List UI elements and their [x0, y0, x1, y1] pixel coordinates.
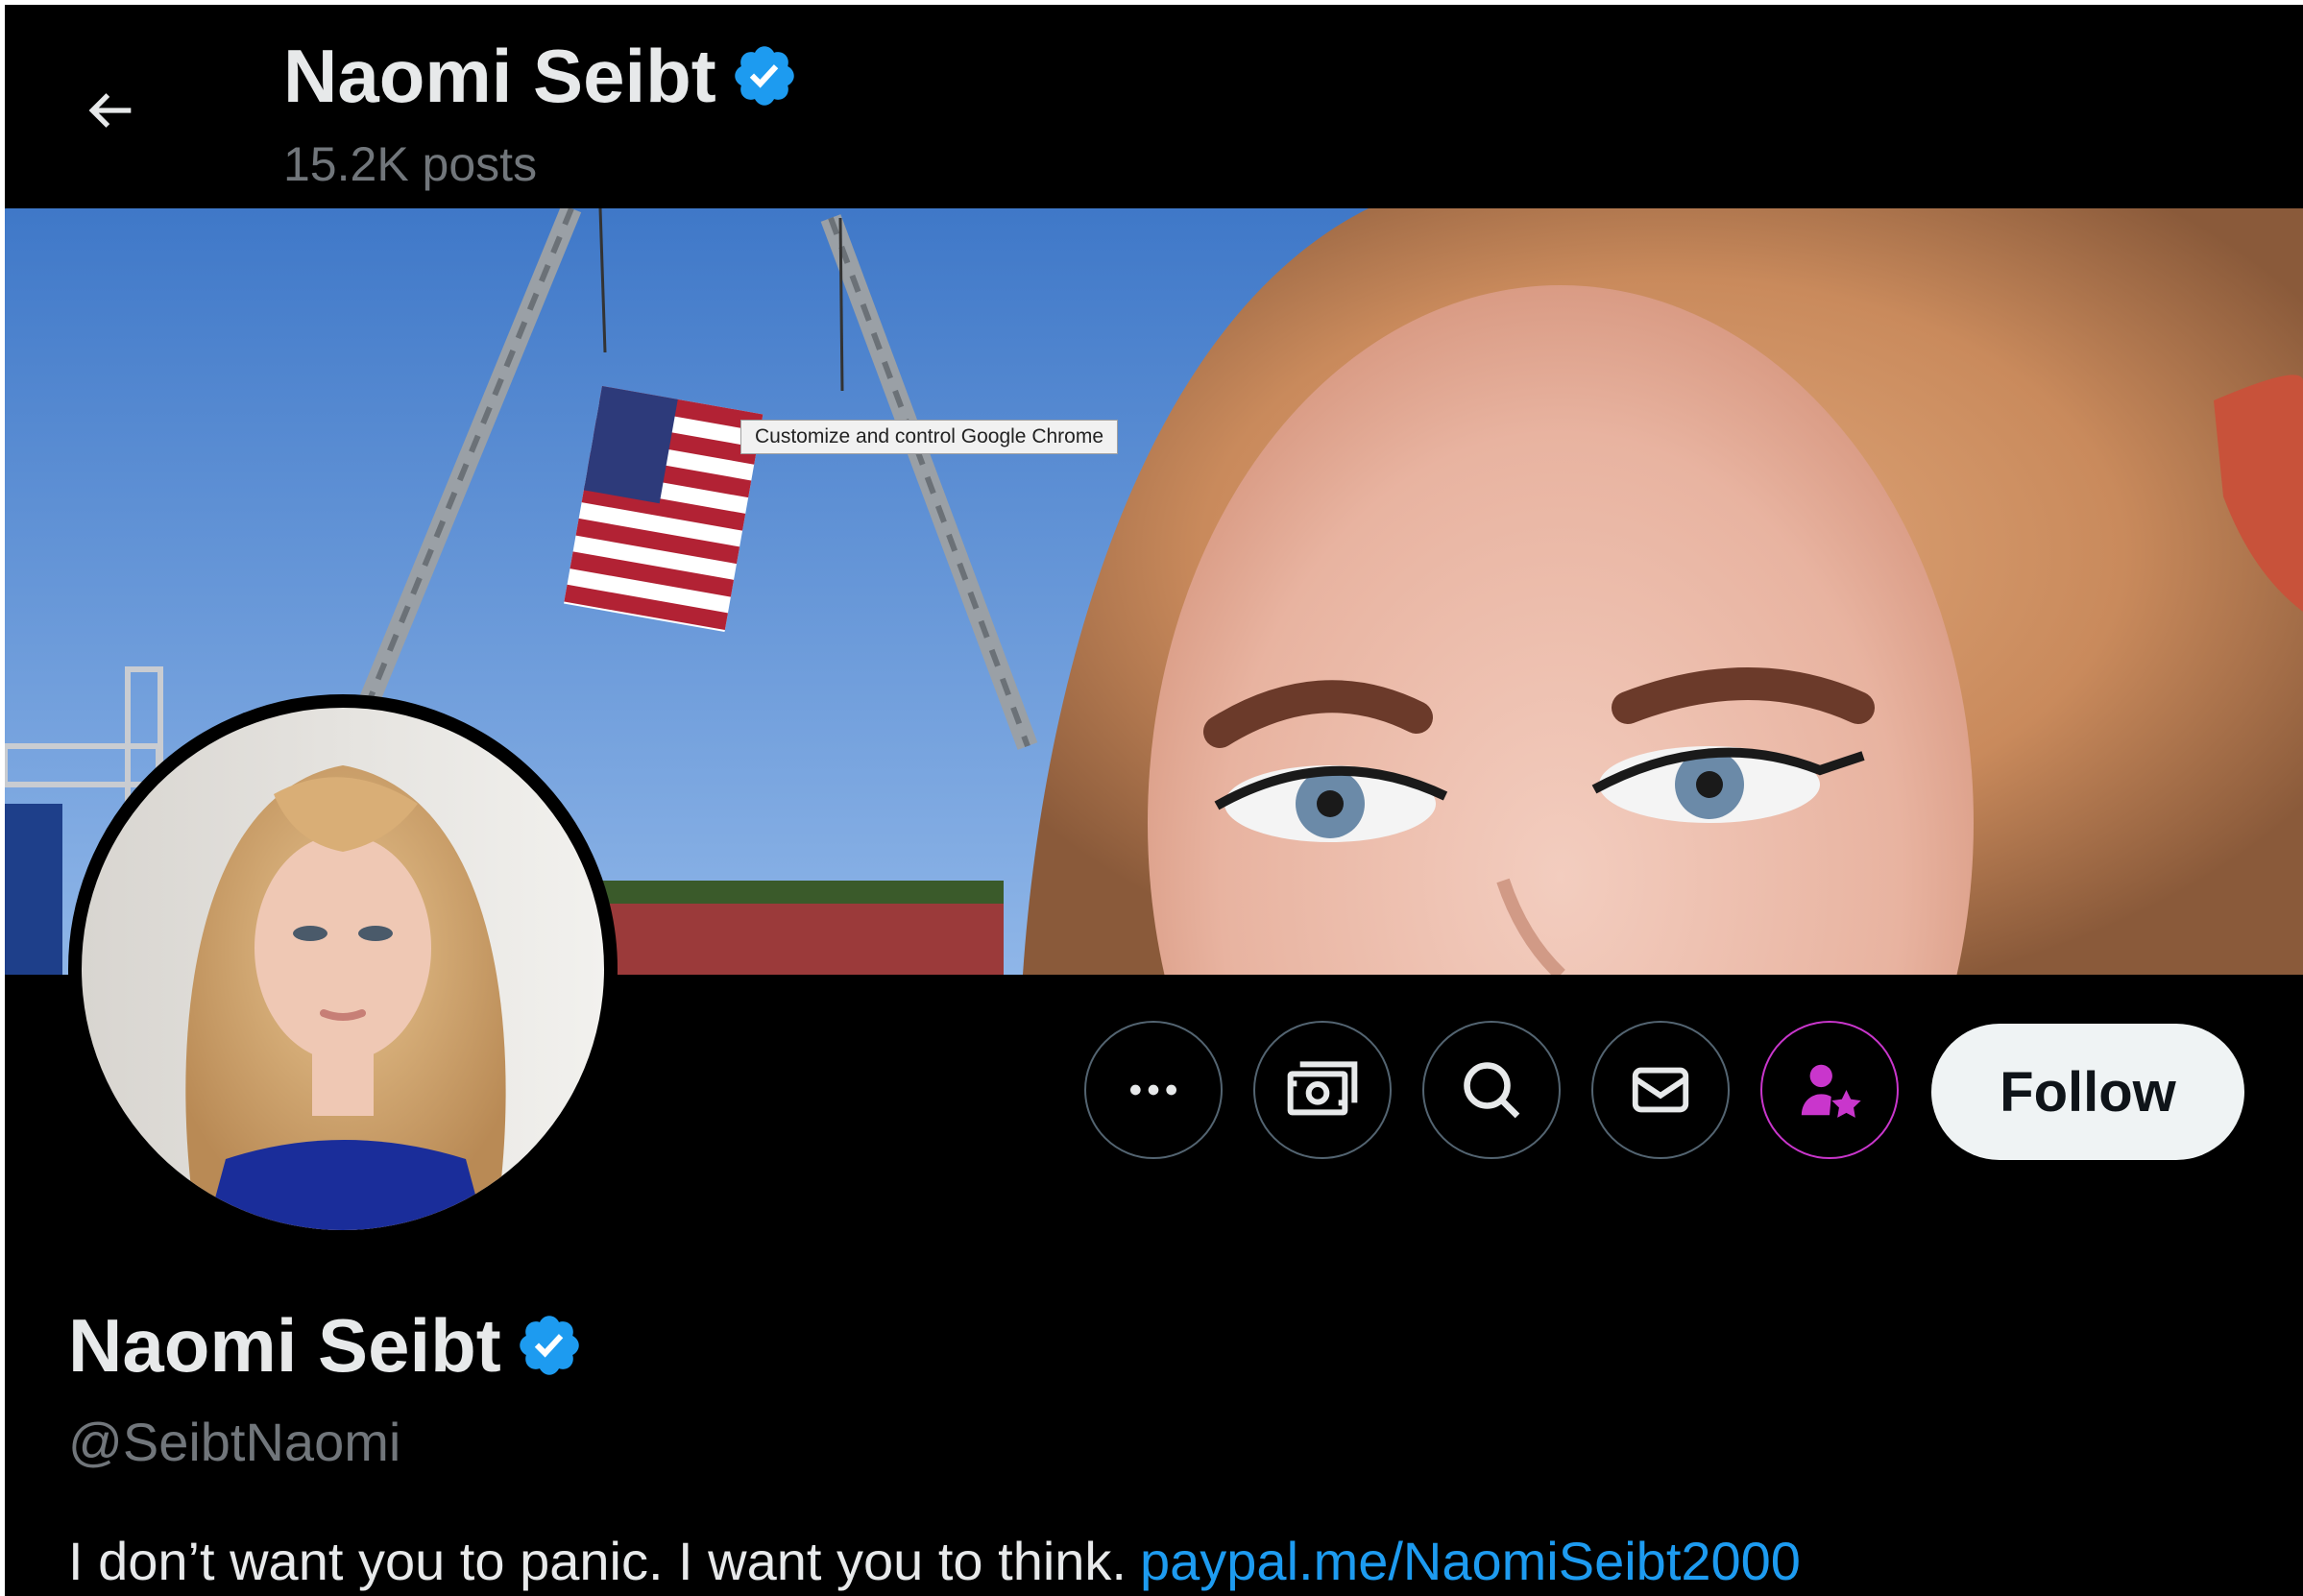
arrow-left-icon [88, 93, 132, 128]
avatar-image [82, 708, 604, 1230]
browser-tooltip: Customize and control Google Chrome [740, 420, 1119, 454]
bio-text: I don’t want you to panic. I want you to… [68, 1531, 1127, 1591]
header-title: Naomi Seibt [283, 32, 799, 120]
verified-badge-icon [735, 46, 794, 106]
bio-link[interactable]: paypal.me/NaomiSeibt2000 [1140, 1531, 1801, 1591]
profile-name-text: Naomi Seibt [68, 1303, 501, 1388]
profile-page: Naomi Seibt 15.2K posts Customize and co… [5, 5, 2303, 1596]
verified-badge-icon[interactable] [515, 1311, 584, 1380]
envelope-icon [1632, 1067, 1689, 1113]
profile-display-name: Naomi Seibt [68, 1301, 584, 1390]
profile-bio: I don’t want you to panic. I want you to… [68, 1528, 1801, 1595]
profile-handle: @SeibtNaomi [68, 1412, 401, 1472]
message-button[interactable] [1591, 1021, 1730, 1159]
follow-button[interactable]: Follow [1931, 1024, 2244, 1160]
avatar[interactable] [68, 694, 618, 1244]
person-star-icon [1801, 1064, 1861, 1118]
header-display-name: Naomi Seibt [283, 34, 716, 118]
more-icon [1130, 1084, 1176, 1096]
money-icon [1287, 1061, 1358, 1116]
tip-button[interactable] [1253, 1021, 1392, 1159]
search-button[interactable] [1422, 1021, 1561, 1159]
post-count: 15.2K posts [283, 137, 538, 191]
subscribe-button[interactable] [1760, 1021, 1899, 1159]
more-button[interactable] [1084, 1021, 1223, 1159]
back-button[interactable] [62, 62, 158, 158]
search-icon [1464, 1062, 1520, 1119]
profile-header: Naomi Seibt 15.2K posts [5, 5, 2303, 206]
